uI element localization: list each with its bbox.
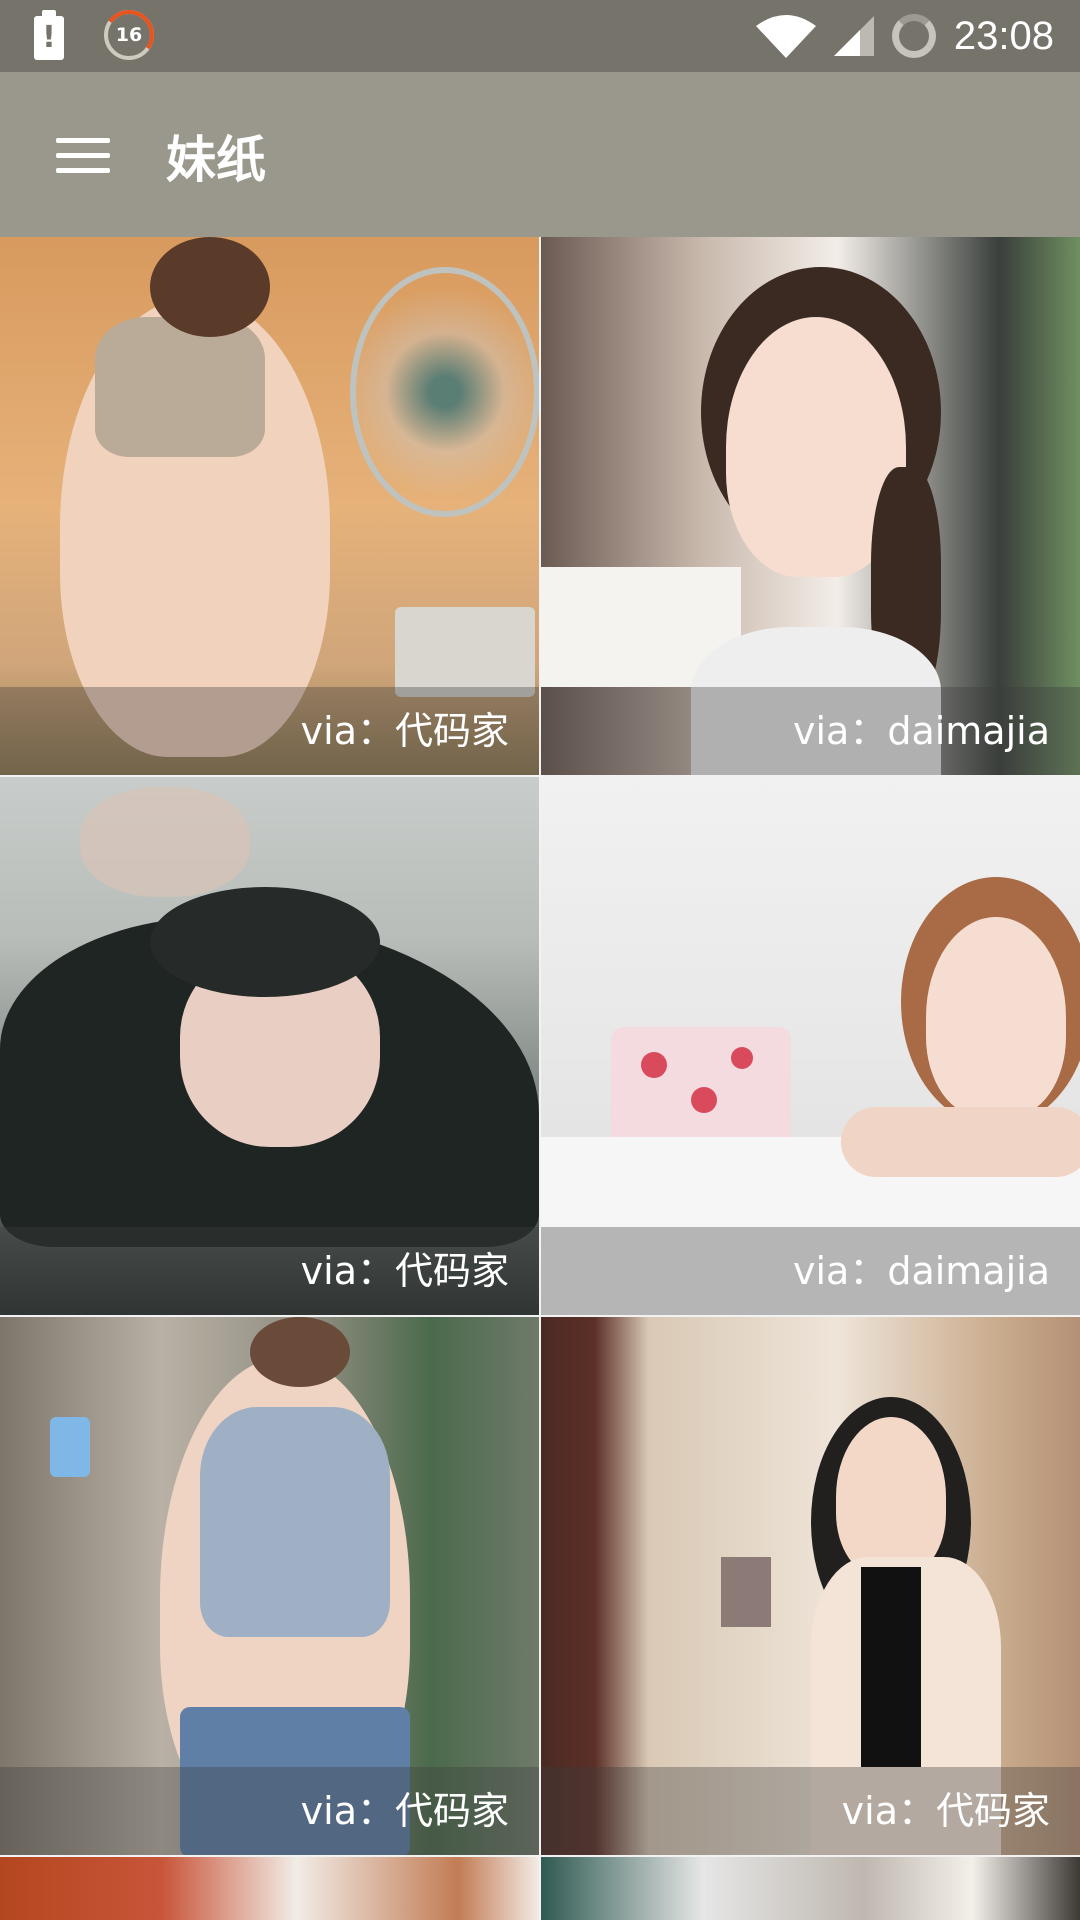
app-bar: 妹纸 [0,72,1080,237]
page-title: 妹纸 [166,131,266,189]
photo-tile[interactable] [541,1857,1080,1920]
photo-tile[interactable] [0,1857,539,1920]
notification-badge: 16 [104,10,154,60]
cell-signal-icon [833,16,874,56]
photo-caption: via：代码家 [300,709,509,753]
photo-caption: via：daimajia [792,709,1050,753]
photo-caption: via：代码家 [841,1789,1050,1833]
status-bar: ! 16 23:08 [0,0,1080,72]
photo-tile[interactable]: via：代码家 [541,1317,1080,1855]
photo-tile[interactable]: via：daimajia [541,777,1080,1315]
photo-caption: via：代码家 [300,1249,509,1293]
battery-alert-icon: ! [30,10,68,60]
notification-badge-count: 16 [115,24,143,46]
photo-tile[interactable]: via：代码家 [0,777,539,1315]
menu-icon[interactable] [56,138,110,174]
clock: 23:08 [953,13,1054,58]
sync-icon [891,14,936,58]
photo-tile[interactable]: via：代码家 [0,1317,539,1855]
photo-caption: via：代码家 [300,1789,509,1833]
photo-image [0,1857,539,1920]
photo-caption: via：daimajia [792,1249,1050,1293]
photo-image [541,1857,1080,1920]
photo-tile[interactable]: via：代码家 [0,237,539,775]
photo-tile[interactable]: via：daimajia [541,237,1080,775]
wifi-icon [755,15,816,58]
